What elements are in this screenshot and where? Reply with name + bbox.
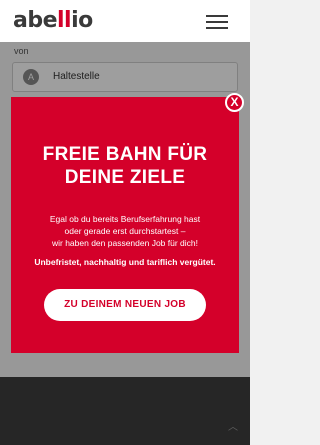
headline-line-2: DEINE ZIELE — [64, 167, 186, 188]
hamburger-menu-icon[interactable] — [206, 15, 228, 29]
abellio-logo[interactable]: abellio — [13, 9, 93, 33]
body-line-2: oder gerade erst durchstartest – — [64, 226, 186, 236]
logo-prefix: abe — [13, 8, 58, 33]
close-icon[interactable]: X — [225, 93, 244, 112]
body-line-1: Egal ob du bereits Berufserfahrung hast — [49, 214, 201, 224]
headline-line-1: FREIE BAHN FÜR — [42, 144, 208, 165]
popup-emphasis: Unbefristet, nachhaltig und tariflich ve… — [34, 257, 216, 267]
site-header: abellio — [0, 0, 250, 42]
body-line-3: wir haben den passenden Job für dich! — [51, 238, 198, 248]
logo-mid: ll — [57, 8, 72, 33]
popup-body: Egal ob du bereits Berufserfahrung hast … — [21, 213, 229, 249]
logo-suffix: io — [71, 8, 93, 33]
job-popup: FREIE BAHN FÜR DEINE ZIELE Egal ob du be… — [11, 97, 239, 353]
popup-headline: FREIE BAHN FÜR DEINE ZIELE — [11, 143, 239, 189]
job-cta-button[interactable]: ZU DEINEM NEUEN JOB — [44, 289, 206, 321]
